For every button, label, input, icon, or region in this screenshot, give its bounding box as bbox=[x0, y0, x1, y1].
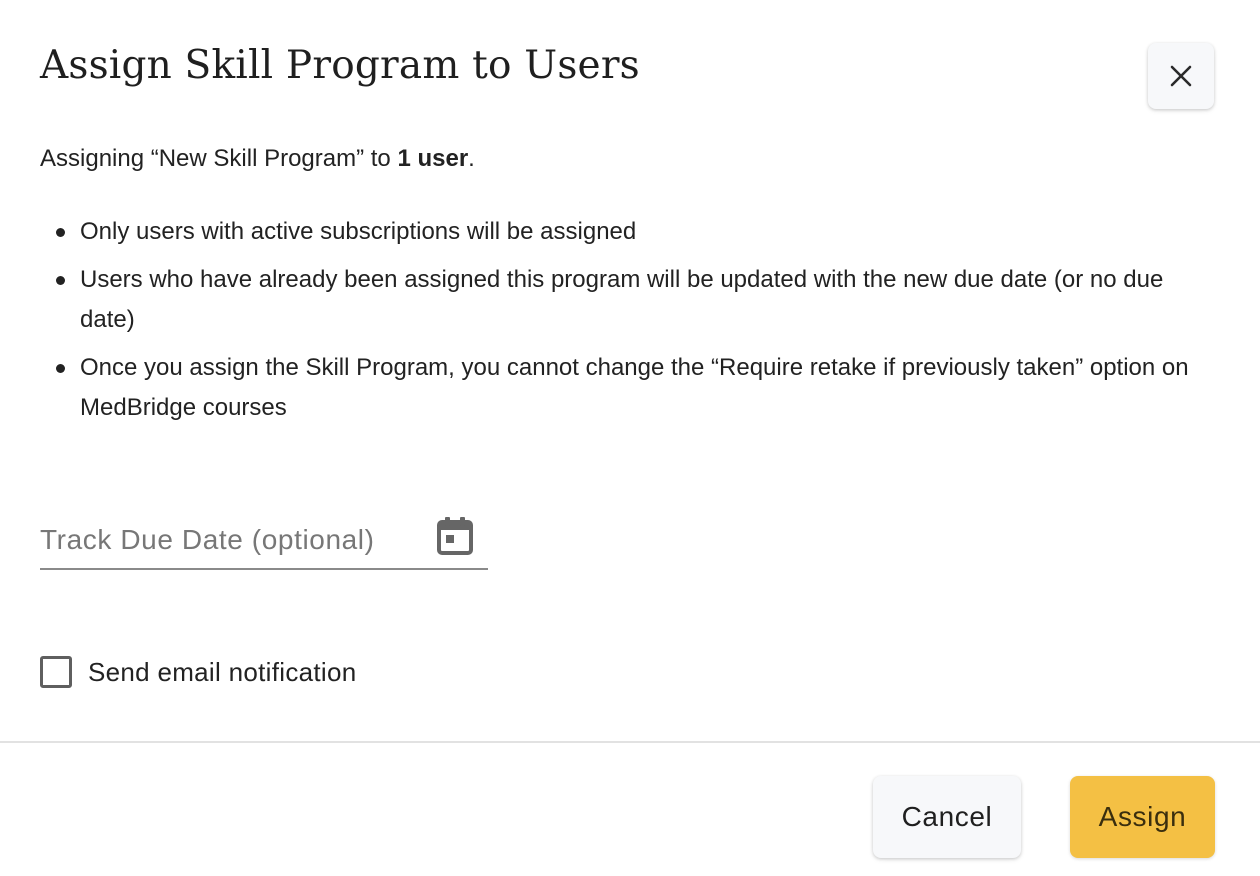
user-count: 1 user bbox=[397, 145, 469, 172]
calendar-icon[interactable] bbox=[436, 516, 474, 556]
summary-prefix: Assigning “New Skill Program” to bbox=[40, 145, 398, 172]
send-email-notification-option[interactable]: Send email notification bbox=[40, 654, 357, 690]
due-date-placeholder: Track Due Date (optional) bbox=[40, 524, 375, 555]
dialog-title: Assign Skill Program to Users bbox=[40, 43, 640, 88]
summary-suffix: . bbox=[468, 145, 475, 172]
send-email-label[interactable]: Send email notification bbox=[88, 654, 357, 690]
assignment-summary: Assigning “New Skill Program” to 1 user. bbox=[40, 141, 475, 177]
assign-skill-program-dialog: Assign Skill Program to Users Assigning … bbox=[0, 0, 1260, 876]
close-icon bbox=[1170, 65, 1192, 87]
footer-divider bbox=[0, 741, 1260, 743]
cancel-button[interactable]: Cancel bbox=[873, 776, 1021, 858]
note-item: Users who have already been assigned thi… bbox=[40, 260, 1220, 340]
track-due-date-input[interactable]: Track Due Date (optional) bbox=[40, 512, 488, 570]
close-button[interactable] bbox=[1148, 43, 1214, 109]
note-item: Only users with active subscriptions wil… bbox=[40, 212, 1220, 252]
assignment-notes-list: Only users with active subscriptions wil… bbox=[40, 212, 1220, 436]
send-email-checkbox[interactable] bbox=[40, 656, 72, 688]
assign-button[interactable]: Assign bbox=[1070, 776, 1215, 858]
note-item: Once you assign the Skill Program, you c… bbox=[40, 348, 1220, 428]
